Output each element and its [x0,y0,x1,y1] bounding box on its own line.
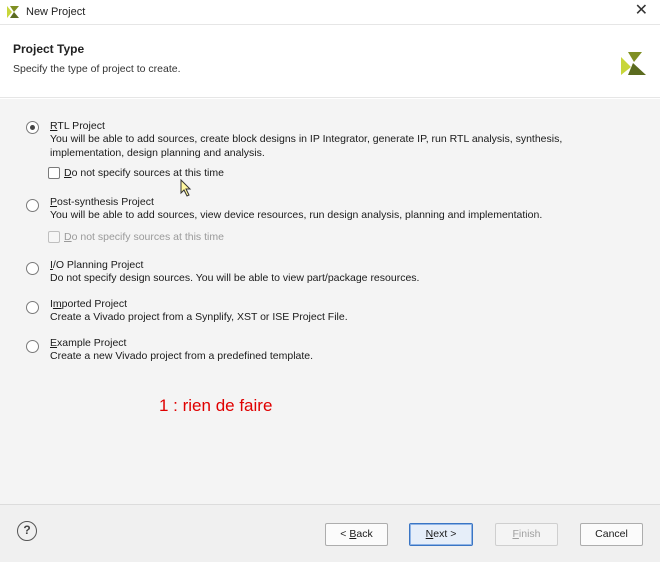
window-titlebar: New Project ✕ [0,0,660,25]
next-button[interactable]: Next > [409,523,473,546]
radio-rtl-project[interactable] [26,121,39,134]
radio-imported-project[interactable] [26,301,39,314]
checkbox-label: Do not specify sources at this time [64,231,224,243]
option-title[interactable]: Imported Project [50,298,127,310]
radio-example-project[interactable] [26,340,39,353]
option-description: You will be able to add sources, view de… [50,209,543,221]
checkbox-label[interactable]: Do not specify sources at this time [64,167,224,179]
option-description: You will be able to add sources, create … [50,133,563,159]
help-icon[interactable]: ? [17,521,37,541]
back-button[interactable]: < Back [325,523,388,546]
finish-button: Finish [495,523,558,546]
vivado-logo-icon [7,6,19,18]
radio-io-planning-project[interactable] [26,262,39,275]
dialog-footer: ? < Back Next > Finish Cancel [0,504,660,562]
checkbox-rtl-no-sources[interactable] [48,167,60,179]
vivado-brand-logo-icon [621,52,646,75]
option-description: Create a new Vivado project from a prede… [50,350,314,362]
option-title[interactable]: RTL Project [50,120,105,132]
option-title[interactable]: Example Project [50,337,126,349]
mouse-cursor-icon [180,179,192,197]
option-description: Do not specify design sources. You will … [50,272,420,284]
option-title[interactable]: Post-synthesis Project [50,196,154,208]
red-annotation: 1 : rien de faire [159,396,273,415]
window-title: New Project [26,6,86,18]
project-type-panel: RTL Project You will be able to add sour… [0,99,660,504]
checkbox-post-synth-no-sources [48,231,60,243]
option-description: Create a Vivado project from a Synplify,… [50,311,348,323]
page-title: Project Type [13,42,85,56]
radio-post-synthesis-project[interactable] [26,199,39,212]
option-title[interactable]: I/O Planning Project [50,259,143,271]
page-subtitle: Specify the type of project to create. [13,63,181,75]
page-header: Project Type Specify the type of project… [0,26,660,98]
close-icon[interactable]: ✕ [635,3,648,19]
cancel-button[interactable]: Cancel [580,523,643,546]
